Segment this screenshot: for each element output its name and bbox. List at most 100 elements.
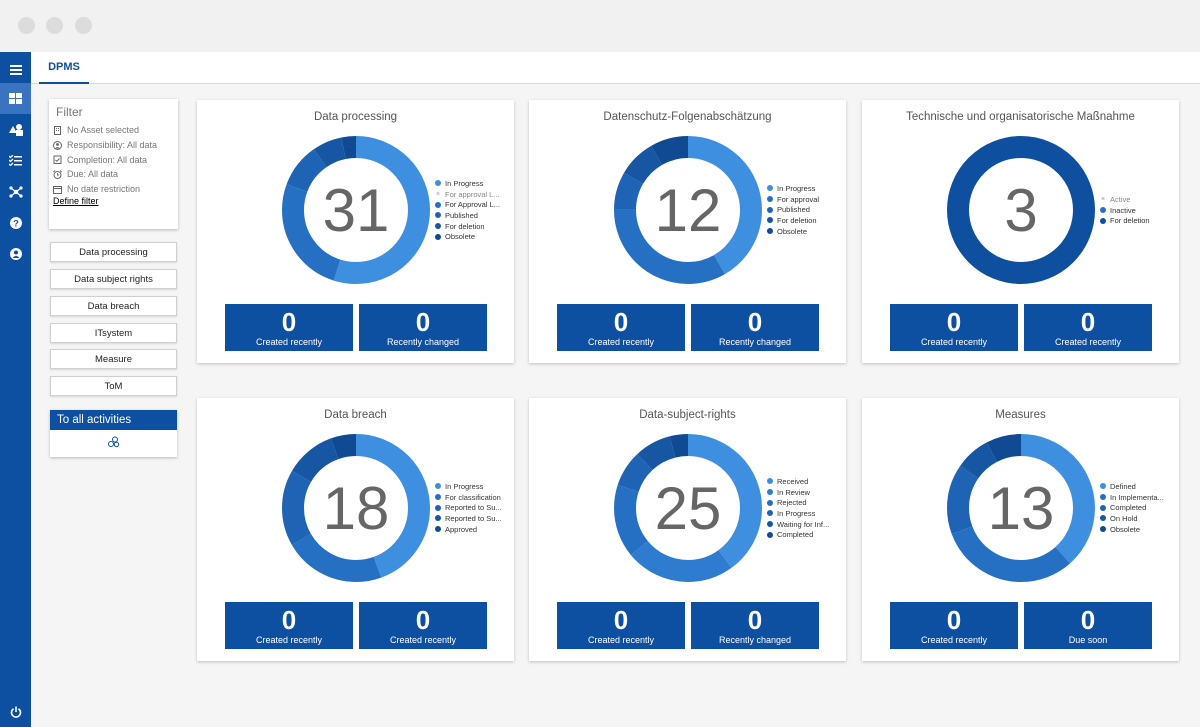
card-title: Measures [995, 409, 1046, 421]
legend-item-for-deletion[interactable]: For deletion [435, 221, 500, 232]
legend-item-in-implementa[interactable]: In Implementa... [1100, 492, 1164, 503]
legend-item-for-approval-l[interactable]: × For approval L... [435, 189, 500, 200]
stat-label: Created recently [255, 635, 323, 645]
nav-button-data-breach[interactable]: Data breach [50, 296, 177, 316]
dashboard-card-data-breach[interactable]: Data breach 18 In Progress For classificati… [197, 398, 514, 661]
nav-button-measure[interactable]: Measure [50, 349, 177, 369]
chart-legend: In Progress × For approval L... For Approva… [435, 178, 500, 242]
stat-tile-created-recently[interactable]: 0 Created recently [1024, 304, 1152, 351]
legend-item-for-classification[interactable]: For classification [435, 492, 502, 503]
legend-item-in-progress[interactable]: In Progress [767, 508, 829, 519]
legend-item-completed[interactable]: Completed [767, 529, 829, 540]
legend-label: Active [1110, 194, 1131, 204]
filter-date-text: No date restriction [67, 184, 141, 195]
nav-button-tom[interactable]: ToM [50, 376, 177, 396]
dashboard-card-data-subject-rights[interactable]: Data-subject-rights 25 Received In Review Re… [529, 398, 846, 661]
chart-legend: Defined In Implementa... Completed On Hold O… [1100, 481, 1164, 534]
filter-title: Filter [56, 105, 83, 119]
legend-label: Received [777, 476, 809, 486]
stat-value: 0 [415, 307, 431, 337]
tab-dpms[interactable]: DPMS [39, 52, 89, 84]
dashboard-card-measures[interactable]: Measures 13 Defined In Implementa... Complet… [862, 398, 1179, 661]
legend-swatch [767, 478, 773, 485]
dashboard-card-technische-und-organisatorische-ma-nahme[interactable]: Technische und organisatorische Maßnahme… [862, 100, 1179, 363]
stat-tile-due-soon[interactable]: 0 Due soon [1024, 602, 1152, 649]
legend-item-defined[interactable]: Defined [1100, 481, 1164, 492]
window-close-dot[interactable] [18, 17, 35, 34]
legend-item-obsolete[interactable]: Obsolete [767, 226, 819, 237]
filter-row-completion: Completion: All data [53, 152, 178, 167]
card-title: Data processing [313, 111, 398, 123]
network-icon[interactable] [0, 176, 31, 207]
all-activities-panel[interactable]: To all activities [50, 410, 177, 457]
legend-item-in-progress[interactable]: In Progress [435, 481, 502, 492]
menu-icon[interactable] [0, 54, 31, 85]
dashboard-card-data-processing[interactable]: Data processing 31 In Progress × For approva… [197, 100, 514, 363]
nav-button-data-subject-rights[interactable]: Data subject rights [50, 269, 177, 289]
legend-item-inactive[interactable]: Inactive [1100, 205, 1150, 216]
checklist-icon[interactable] [0, 145, 31, 176]
legend-label: For deletion [445, 221, 485, 231]
legend-label: Approved [445, 524, 478, 534]
legend-item-for-approval-l[interactable]: For Approval L... [435, 199, 500, 210]
user-account-icon[interactable] [0, 238, 31, 269]
help-icon[interactable]: ? [0, 207, 31, 238]
legend-swatch [435, 223, 441, 230]
legend-item-in-progress[interactable]: In Progress [435, 178, 500, 189]
stat-label: Recently changed [718, 635, 792, 645]
legend-item-active[interactable]: × Active [1100, 194, 1150, 205]
stat-tile-created-recently[interactable]: 0 Created recently [557, 304, 685, 351]
filter-row-asset: No Asset selected [53, 123, 178, 138]
stat-tile-recently-changed[interactable]: 0 Recently changed [359, 304, 487, 351]
stat-tile-created-recently[interactable]: 0 Created recently [225, 602, 353, 649]
stat-value: 0 [946, 605, 962, 635]
filter-asset-text: No Asset selected [67, 125, 140, 136]
legend-item-approved[interactable]: Approved [435, 524, 502, 535]
legend-item-obsolete[interactable]: Obsolete [1100, 524, 1164, 535]
legend-item-for-approval[interactable]: For approval [767, 194, 819, 205]
stat-tile-created-recently[interactable]: 0 Created recently [225, 304, 353, 351]
legend-item-rejected[interactable]: Rejected [767, 497, 829, 508]
legend-hidden-icon: × [1100, 195, 1106, 203]
stat-tile-created-recently[interactable]: 0 Created recently [359, 602, 487, 649]
define-filter-link[interactable]: Define filter [53, 196, 178, 206]
dashboard-card-datenschutz-folgenabsch-tzung[interactable]: Datenschutz-Folgenabschätzung 12 In Progre… [529, 100, 846, 363]
tab-bar: DPMS [31, 52, 1200, 84]
stat-tile-created-recently[interactable]: 0 Created recently [890, 304, 1018, 351]
legend-item-for-deletion[interactable]: For deletion [1100, 215, 1150, 226]
legend-hidden-icon: × [435, 190, 441, 198]
legend-label: Waiting for Inf... [777, 519, 830, 529]
legend-item-on-hold[interactable]: On Hold [1100, 513, 1164, 524]
legend-label: Inactive [1110, 205, 1136, 215]
stat-tile-recently-changed[interactable]: 0 Recently changed [691, 602, 819, 649]
stat-tile-created-recently[interactable]: 0 Created recently [557, 602, 685, 649]
nav-button-data-processing[interactable]: Data processing [50, 242, 177, 262]
assets-icon[interactable] [0, 114, 31, 145]
legend-item-obsolete[interactable]: Obsolete [435, 231, 500, 242]
legend-item-reported-to-su[interactable]: Reported to Su... [435, 502, 502, 513]
all-activities-label[interactable]: To all activities [50, 410, 177, 430]
dashboard-icon[interactable] [0, 83, 31, 114]
stat-tile-created-recently[interactable]: 0 Created recently [890, 602, 1018, 649]
nav-button-itsystem[interactable]: ITsystem [50, 323, 177, 343]
legend-label: Rejected [777, 498, 807, 508]
legend-item-published[interactable]: Published [435, 210, 500, 221]
legend-item-in-progress[interactable]: In Progress [767, 183, 819, 194]
card-title: Technische und organisatorische Maßnahme [906, 111, 1135, 123]
activities-icon [107, 435, 120, 453]
legend-item-completed[interactable]: Completed [1100, 502, 1164, 513]
filter-panel: Filter No Asset selected Responsibility:… [49, 99, 178, 229]
legend-item-in-review[interactable]: In Review [767, 487, 829, 498]
legend-item-published[interactable]: Published [767, 204, 819, 215]
legend-item-reported-to-su[interactable]: Reported to Su... [435, 513, 502, 524]
stat-label: Created recently [255, 337, 323, 347]
legend-item-received[interactable]: Received [767, 476, 829, 487]
stat-label: Recently changed [718, 337, 792, 347]
window-minimize-dot[interactable] [46, 17, 63, 34]
all-activities-body[interactable] [50, 430, 177, 457]
legend-item-waiting-for-inf[interactable]: Waiting for Inf... [767, 519, 829, 530]
stat-tile-recently-changed[interactable]: 0 Recently changed [691, 304, 819, 351]
legend-item-for-deletion[interactable]: For deletion [767, 215, 819, 226]
power-icon[interactable] [0, 696, 31, 727]
window-maximize-dot[interactable] [75, 17, 92, 34]
